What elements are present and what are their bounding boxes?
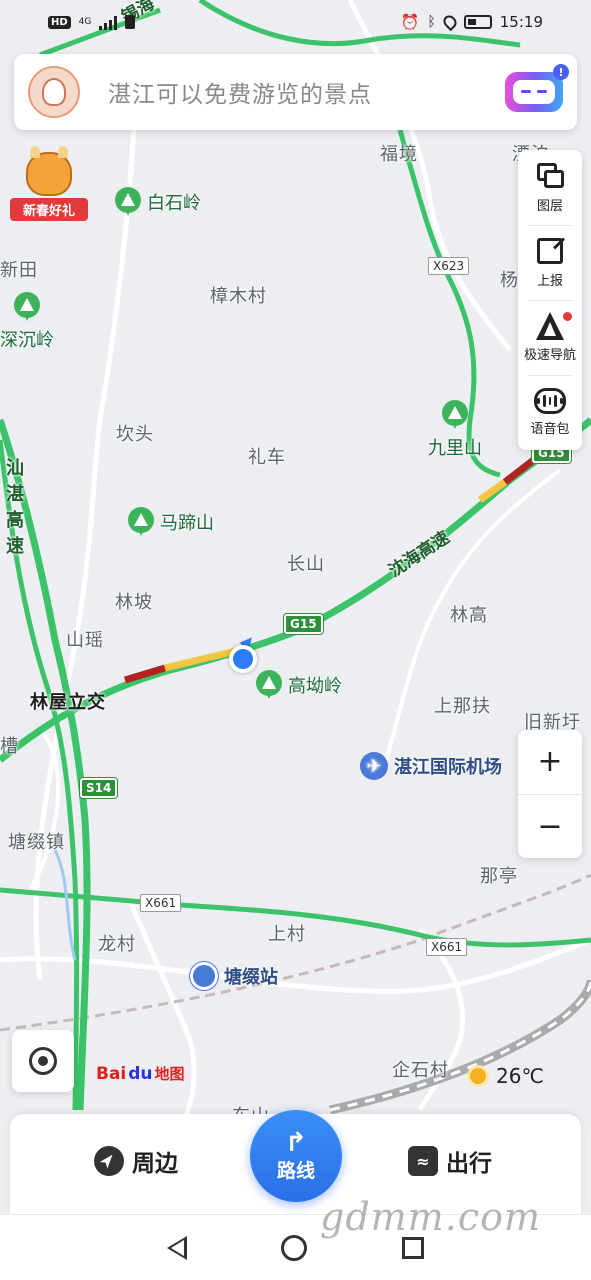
airplane-icon: ✈ [360,752,388,780]
clock: 15:19 [499,13,543,31]
zoom-in-button[interactable]: + [518,730,582,794]
poi-mountain[interactable]: 马蹄山 [128,507,214,537]
place-label: 樟木村 [210,286,267,307]
alarm-icon: ⏰ [400,13,420,31]
navigation-icon [536,312,564,340]
mountain-icon [115,187,141,217]
county-road-shield: X661 [140,894,182,912]
new-year-gift-promo[interactable]: 新春好礼 [10,146,88,222]
sim-icon [125,15,136,29]
temperature: 26℃ [496,1064,544,1088]
locate-me-button[interactable] [12,1030,74,1092]
place-label: 塘缀镇 [8,832,65,853]
place-label: 槽 [0,736,19,757]
place-label: 上村 [268,924,306,945]
current-location-marker [229,645,257,673]
poi-mountain[interactable]: 白石岭 [115,187,201,217]
zoom-out-button[interactable]: − [518,793,582,859]
place-label: 山瑶 [66,630,104,651]
poi-mountain[interactable]: 高坳岭 [256,670,342,700]
county-road-shield: X623 [428,257,470,275]
layers-icon [535,161,565,191]
watermark: gdmm.com [320,1195,541,1239]
location-icon [440,12,459,32]
place-label: 林高 [450,605,488,626]
travel-icon: ≈ [408,1146,438,1176]
mountain-icon [14,292,40,322]
place-label: 龙村 [98,934,136,955]
poi-airport[interactable]: ✈ 湛江国际机场 [360,752,502,780]
search-placeholder[interactable]: 湛江可以免费游览的景点 [108,75,505,109]
network-type: 4G [78,17,92,27]
home-icon[interactable] [281,1234,308,1261]
place-label: 新田 [0,260,38,281]
notification-dot [563,312,572,321]
travel-button[interactable]: ≈ 出行 [408,1144,492,1178]
layers-button[interactable]: 图层 [518,150,582,225]
battery-icon [463,15,492,29]
place-label: 杨 [500,270,519,291]
highway-shield: G15 [284,614,323,634]
place-label: 企石村 [392,1060,449,1081]
map-roads [0,0,591,1132]
status-bar: HD 4G ⏰ ᛒ 15:19 [0,0,591,44]
mountain-icon [442,400,468,430]
map-tools-panel: 图层 上报 极速导航 语音包 [518,150,582,450]
report-button[interactable]: 上报 [518,225,582,300]
voice-pack-icon [534,388,566,414]
map-view[interactable]: 福境 漂泊 新田 樟木村 坎头 礼车 长山 林坡 山瑶 林高 上那扶 旧新圩 塘… [0,0,591,1215]
voice-pack-button[interactable]: 语音包 [518,375,582,450]
compass-icon [94,1146,124,1176]
mountain-icon [128,507,154,537]
mountain-icon [256,670,282,700]
assistant-icon[interactable]: ! [505,64,569,112]
place-label: 福境 [380,144,418,165]
ox-mascot-icon [26,146,72,196]
recents-icon[interactable] [401,1236,424,1259]
baidu-map-logo: Bai du 地图 [96,1063,185,1084]
route-button[interactable]: ↱ 路线 [250,1110,342,1202]
promo-label: 新春好礼 [10,198,88,221]
search-bar[interactable]: 湛江可以免费游览的景点 ! [14,54,577,130]
place-label: 林坡 [115,592,153,613]
place-label: 上那扶 [434,696,491,717]
back-icon[interactable] [167,1235,188,1260]
signal-icon [99,14,118,30]
hd-badge: HD [48,15,71,29]
interchange-label: 林屋立交 [30,692,106,713]
sun-icon [470,1068,486,1084]
place-label: 那亭 [480,866,518,887]
county-road-shield: X661 [426,938,468,956]
train-station-icon [190,962,218,990]
bluetooth-icon: ᛒ [427,14,436,30]
zoom-control: + − [518,730,582,858]
highway-shield: S14 [80,778,118,798]
avatar[interactable] [28,66,80,118]
crosshair-icon [29,1047,57,1075]
poi-station[interactable]: 塘缀站 [190,962,278,990]
report-icon [535,236,565,266]
vertical-highway-label: 汕湛高速 [6,458,24,557]
place-label: 坎头 [116,424,154,445]
place-label: 礼车 [248,447,286,468]
fast-navigation-button[interactable]: 极速导航 [518,300,582,375]
poi-mountain[interactable]: 九里山 [428,400,482,460]
place-label: 长山 [287,554,325,575]
nearby-button[interactable]: 周边 [94,1144,178,1178]
poi-mountain[interactable]: 深沉岭 [0,292,54,352]
turn-arrow-icon: ↱ [285,1127,307,1158]
weather-widget[interactable]: 26℃ [470,1064,544,1088]
